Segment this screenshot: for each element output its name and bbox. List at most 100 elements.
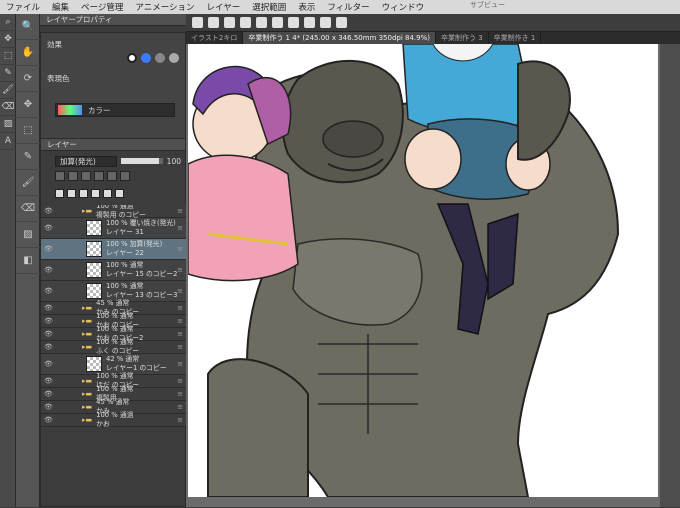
- layer-row[interactable]: 👁 ▸▬ 100 % 通過 かお ≡: [41, 411, 187, 428]
- eye-icon[interactable]: 👁: [44, 390, 54, 398]
- eraser-icon[interactable]: ⌫: [0, 99, 16, 116]
- effect-color-icon[interactable]: [141, 53, 151, 63]
- effect-outline-icon[interactable]: [127, 53, 137, 63]
- layer-menu-icon[interactable]: ≡: [177, 360, 183, 368]
- eye-icon[interactable]: 👁: [44, 304, 54, 312]
- menu-item-0[interactable]: ファイル: [0, 1, 46, 13]
- layer-menu-icon[interactable]: ≡: [177, 343, 183, 351]
- layer-menu-icon[interactable]: ≡: [177, 245, 183, 253]
- hand-icon[interactable]: ✋: [16, 40, 40, 66]
- eye-icon[interactable]: 👁: [44, 266, 54, 274]
- layer-name: レイヤー 15 のコピー2: [106, 270, 178, 278]
- layer-row[interactable]: 👁 100 % 通常 レイヤー 15 のコピー2 ≡: [41, 260, 187, 281]
- folder-icon: ▸▬: [82, 304, 93, 312]
- eraser-icon[interactable]: ⌫: [16, 196, 40, 222]
- canvas-area[interactable]: [186, 44, 680, 507]
- tab-1[interactable]: 卒業制作う 1 4* (245.00 x 346.50mm 350dpi 84.…: [243, 32, 436, 44]
- eye-icon[interactable]: 👁: [44, 360, 54, 368]
- layer-menu-icon[interactable]: ≡: [177, 304, 183, 312]
- new-vector-icon[interactable]: [67, 189, 76, 198]
- menu-item-7[interactable]: フィルター: [321, 1, 375, 13]
- help-icon[interactable]: [336, 17, 347, 28]
- layer-menu-icon[interactable]: ≡: [177, 317, 183, 325]
- effect-texture-icon[interactable]: [169, 53, 179, 63]
- copy-icon[interactable]: [91, 189, 100, 198]
- draft-icon[interactable]: [94, 171, 104, 181]
- menu-item-5[interactable]: 選択範囲: [246, 1, 292, 13]
- move-icon[interactable]: ✥: [0, 31, 16, 48]
- menu-item-2[interactable]: ページ管理: [75, 1, 129, 13]
- grid-icon[interactable]: [192, 17, 203, 28]
- select-icon[interactable]: ⬚: [0, 48, 16, 65]
- layer-mode: 100 % 通常: [96, 325, 134, 333]
- zoom-icon[interactable]: ⌕: [0, 14, 16, 31]
- new-layer-icon[interactable]: [55, 189, 64, 198]
- menu-item-3[interactable]: アニメーション: [129, 1, 200, 13]
- eye-icon[interactable]: 👁: [44, 343, 54, 351]
- layer-row[interactable]: 👁 ▸▬ 100 % 通常 ふく のコピー ≡: [41, 338, 187, 355]
- layer-menu-icon[interactable]: ≡: [177, 403, 183, 411]
- eye-icon[interactable]: 👁: [44, 377, 54, 385]
- layer-menu-icon[interactable]: ≡: [177, 207, 183, 215]
- folder-icon: ▸▬: [82, 330, 93, 338]
- layer-row[interactable]: 👁 ▸▬ 100 % 通過 複製用 のコピー ≡: [41, 205, 187, 219]
- menu-item-4[interactable]: レイヤー: [201, 1, 247, 13]
- display-color-select[interactable]: カラー: [55, 103, 175, 117]
- eye-icon[interactable]: 👁: [44, 287, 54, 295]
- transform-icon[interactable]: [304, 17, 315, 28]
- text-icon[interactable]: A: [0, 133, 16, 150]
- opacity-slider[interactable]: [121, 158, 163, 164]
- pen-icon[interactable]: ✎: [16, 144, 40, 170]
- blend-mode-select[interactable]: 加算(発光): [55, 155, 117, 167]
- drawing-canvas[interactable]: [188, 44, 658, 497]
- clip-icon[interactable]: [68, 171, 78, 181]
- new-icon[interactable]: [224, 17, 235, 28]
- open-icon[interactable]: [240, 17, 251, 28]
- menu-item-8[interactable]: ウィンドウ: [376, 1, 431, 13]
- settings-icon[interactable]: [208, 17, 219, 28]
- lock-icon[interactable]: [55, 171, 65, 181]
- brush-icon[interactable]: 🖌: [16, 170, 40, 196]
- undo-icon[interactable]: [272, 17, 283, 28]
- layer-row[interactable]: 👁 100 % 覆い焼き(発光) レイヤー 31 ≡: [41, 218, 187, 239]
- tab-3[interactable]: 卒業制作き 1: [489, 32, 542, 44]
- eye-icon[interactable]: 👁: [44, 245, 54, 253]
- eye-icon[interactable]: 👁: [44, 330, 54, 338]
- menu-item-1[interactable]: 編集: [46, 1, 75, 13]
- delete-icon[interactable]: [115, 189, 124, 198]
- select-icon[interactable]: ⬚: [16, 118, 40, 144]
- merge-icon[interactable]: [103, 189, 112, 198]
- gradient-icon[interactable]: ◧: [16, 248, 40, 274]
- tab-0[interactable]: イラスト2キロ: [186, 32, 244, 44]
- ruler-icon[interactable]: [120, 171, 130, 181]
- eye-icon[interactable]: 👁: [44, 403, 54, 411]
- redo-icon[interactable]: [288, 17, 299, 28]
- layer-row[interactable]: 👁 100 % 加算(発光) レイヤー 22 ≡: [41, 239, 187, 260]
- save-icon[interactable]: [256, 17, 267, 28]
- eye-icon[interactable]: 👁: [44, 207, 54, 215]
- pen-icon[interactable]: ✎: [0, 65, 16, 82]
- layer-menu-icon[interactable]: ≡: [177, 287, 183, 295]
- brush-icon[interactable]: 🖌: [0, 82, 16, 99]
- eye-icon[interactable]: 👁: [44, 317, 54, 325]
- layer-menu-icon[interactable]: ≡: [177, 266, 183, 274]
- fill-icon[interactable]: ▨: [16, 222, 40, 248]
- eye-icon[interactable]: 👁: [44, 224, 54, 232]
- reference-icon[interactable]: [81, 171, 91, 181]
- fill-icon[interactable]: ▨: [0, 116, 16, 133]
- layer-menu-icon[interactable]: ≡: [177, 377, 183, 385]
- menu-item-6[interactable]: 表示: [292, 1, 321, 13]
- rotate-icon[interactable]: ⟳: [16, 66, 40, 92]
- layer-move-icon[interactable]: ✥: [16, 92, 40, 118]
- new-folder-icon[interactable]: [79, 189, 88, 198]
- mask-icon[interactable]: [107, 171, 117, 181]
- tab-2[interactable]: 卒業制作う 3: [436, 32, 489, 44]
- effect-tone-icon[interactable]: [155, 53, 165, 63]
- layer-menu-icon[interactable]: ≡: [177, 224, 183, 232]
- eye-icon[interactable]: 👁: [44, 416, 54, 424]
- layer-menu-icon[interactable]: ≡: [177, 330, 183, 338]
- zoom-icon[interactable]: 🔍: [16, 14, 40, 40]
- layer-menu-icon[interactable]: ≡: [177, 390, 183, 398]
- clear-icon[interactable]: [320, 17, 331, 28]
- layer-menu-icon[interactable]: ≡: [177, 416, 183, 424]
